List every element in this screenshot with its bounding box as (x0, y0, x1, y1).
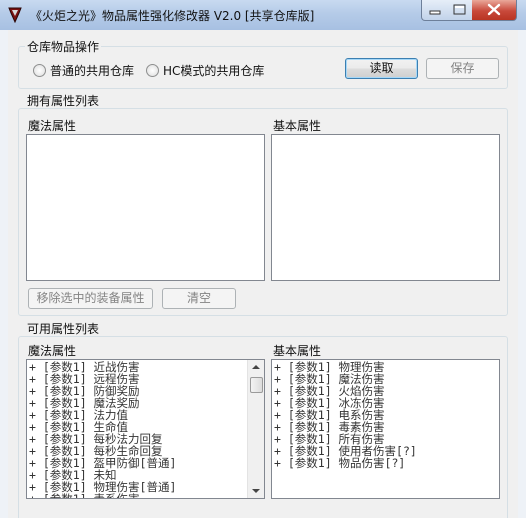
client-area: 仓库物品操作 普通的共用仓库 HC模式的共用仓库 读取 保存 拥有属性列表 魔法… (8, 30, 518, 518)
available-magic-list[interactable]: + [参数1] 近战伤害 + [参数1] 远程伤害 + [参数1] 防御奖励 + [参… (26, 359, 265, 499)
owned-group-label: 拥有属性列表 (25, 94, 102, 108)
list-item[interactable]: + [参数1] 物品伤害[?] (274, 457, 417, 469)
clear-button[interactable]: 清空 (162, 288, 236, 309)
magic-items: + [参数1] 近战伤害 + [参数1] 远程伤害 + [参数1] 防御奖励 + [参… (29, 361, 176, 498)
scroll-down-icon[interactable] (248, 484, 264, 498)
title-bar[interactable]: 《火炬之光》物品属性强化修改器 V2.0 [共享仓库版] (0, 0, 526, 30)
radio-hc-label[interactable]: HC模式的共用仓库 (163, 64, 264, 78)
radio-hc[interactable] (146, 64, 159, 77)
minimize-button[interactable] (421, 0, 449, 21)
remove-selected-button[interactable]: 移除选中的装备属性 (28, 288, 153, 309)
basic-items: + [参数1] 物理伤害 + [参数1] 魔法伤害 + [参数1] 火焰伤害 + [参… (274, 361, 417, 469)
app-window: 《火炬之光》物品属性强化修改器 V2.0 [共享仓库版] 仓库物品操作 普通的共… (0, 0, 526, 518)
radio-normal[interactable] (33, 64, 46, 77)
maximize-icon (453, 4, 466, 15)
radio-normal-label[interactable]: 普通的共用仓库 (50, 64, 134, 78)
scroll-up-icon[interactable] (248, 360, 264, 374)
owned-magic-header: 魔法属性 (28, 119, 77, 133)
owned-basic-list[interactable] (271, 134, 500, 281)
read-button[interactable]: 读取 (345, 58, 418, 79)
owned-magic-list[interactable] (26, 134, 265, 281)
window-title: 《火炬之光》物品属性强化修改器 V2.0 [共享仓库版] (30, 9, 315, 23)
owned-basic-header: 基本属性 (273, 119, 322, 133)
available-basic-list[interactable]: + [参数1] 物理伤害 + [参数1] 魔法伤害 + [参数1] 火焰伤害 + [参… (271, 359, 500, 499)
warehouse-group-label: 仓库物品操作 (25, 40, 102, 54)
available-group-label: 可用属性列表 (25, 322, 102, 336)
magic-list-scrollbar[interactable] (247, 360, 264, 498)
minimize-icon (429, 10, 441, 15)
available-magic-header: 魔法属性 (28, 344, 77, 358)
save-button[interactable]: 保存 (426, 58, 499, 79)
scroll-thumb[interactable] (250, 377, 263, 393)
maximize-button[interactable] (447, 0, 473, 21)
close-icon (487, 3, 501, 16)
torch-app-icon (8, 7, 22, 23)
available-basic-header: 基本属性 (273, 344, 322, 358)
close-button[interactable] (472, 0, 517, 21)
